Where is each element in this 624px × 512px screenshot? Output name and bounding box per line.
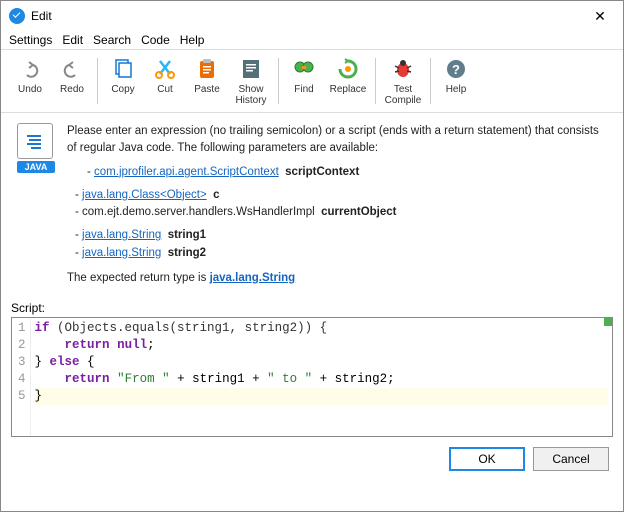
return-prefix: The expected return type is — [67, 272, 210, 284]
gutter: 12345 — [12, 318, 31, 436]
redo-button[interactable]: Redo — [51, 54, 93, 97]
window-title: Edit — [31, 9, 585, 23]
param-link-scriptcontext[interactable]: com.jprofiler.api.agent.ScriptContext — [94, 166, 279, 178]
svg-text:?: ? — [452, 62, 460, 77]
show-history-button[interactable]: Show History — [228, 54, 274, 108]
copy-button[interactable]: Copy — [102, 54, 144, 97]
titlebar: Edit ✕ — [1, 1, 623, 31]
replace-button[interactable]: Replace — [325, 54, 371, 97]
info-intro: Please enter an expression (no trailing … — [67, 123, 607, 158]
help-icon: ? — [443, 56, 469, 82]
script-label: Script: — [1, 297, 623, 317]
code-editor[interactable]: 12345 if (Objects.equals(string1, string… — [11, 317, 613, 437]
help-button[interactable]: ? Help — [435, 54, 477, 97]
find-icon — [291, 56, 317, 82]
param-link-class[interactable]: java.lang.Class<Object> — [82, 189, 207, 201]
separator — [97, 58, 98, 104]
param-link-string1[interactable]: java.lang.String — [82, 229, 161, 241]
cut-button[interactable]: Cut — [144, 54, 186, 97]
paste-button[interactable]: Paste — [186, 54, 228, 97]
menu-edit[interactable]: Edit — [62, 33, 83, 47]
return-type-link[interactable]: java.lang.String — [210, 272, 296, 284]
menu-settings[interactable]: Settings — [9, 33, 52, 47]
info-panel: JAVA Please enter an expression (no trai… — [1, 113, 623, 297]
redo-icon — [59, 56, 85, 82]
cancel-button[interactable]: Cancel — [533, 447, 609, 471]
menubar: Settings Edit Search Code Help — [1, 31, 623, 49]
toolbar: Undo Redo Copy Cut Paste Show History Fi… — [1, 49, 623, 113]
find-button[interactable]: Find — [283, 54, 325, 97]
undo-button[interactable]: Undo — [9, 54, 51, 97]
bug-icon — [390, 56, 416, 82]
info-text: Please enter an expression (no trailing … — [67, 123, 607, 287]
test-compile-button[interactable]: Test Compile — [380, 54, 426, 108]
copy-icon — [110, 56, 136, 82]
paste-icon — [194, 56, 220, 82]
undo-icon — [17, 56, 43, 82]
close-icon[interactable]: ✕ — [585, 8, 615, 25]
button-bar: OK Cancel — [1, 437, 623, 481]
ok-button[interactable]: OK — [449, 447, 525, 471]
app-icon — [9, 8, 25, 24]
replace-icon — [335, 56, 361, 82]
menu-code[interactable]: Code — [141, 33, 170, 47]
param-text-currentobject: com.ejt.demo.server.handlers.WsHandlerIm… — [82, 206, 315, 218]
separator — [430, 58, 431, 104]
param-link-string2[interactable]: java.lang.String — [82, 247, 161, 259]
java-badge: JAVA — [17, 123, 55, 287]
cut-icon — [152, 56, 178, 82]
history-icon — [238, 56, 264, 82]
code-area[interactable]: if (Objects.equals(string1, string2)) { … — [31, 318, 612, 436]
separator — [278, 58, 279, 104]
separator — [375, 58, 376, 104]
menu-search[interactable]: Search — [93, 33, 131, 47]
menu-help[interactable]: Help — [180, 33, 205, 47]
